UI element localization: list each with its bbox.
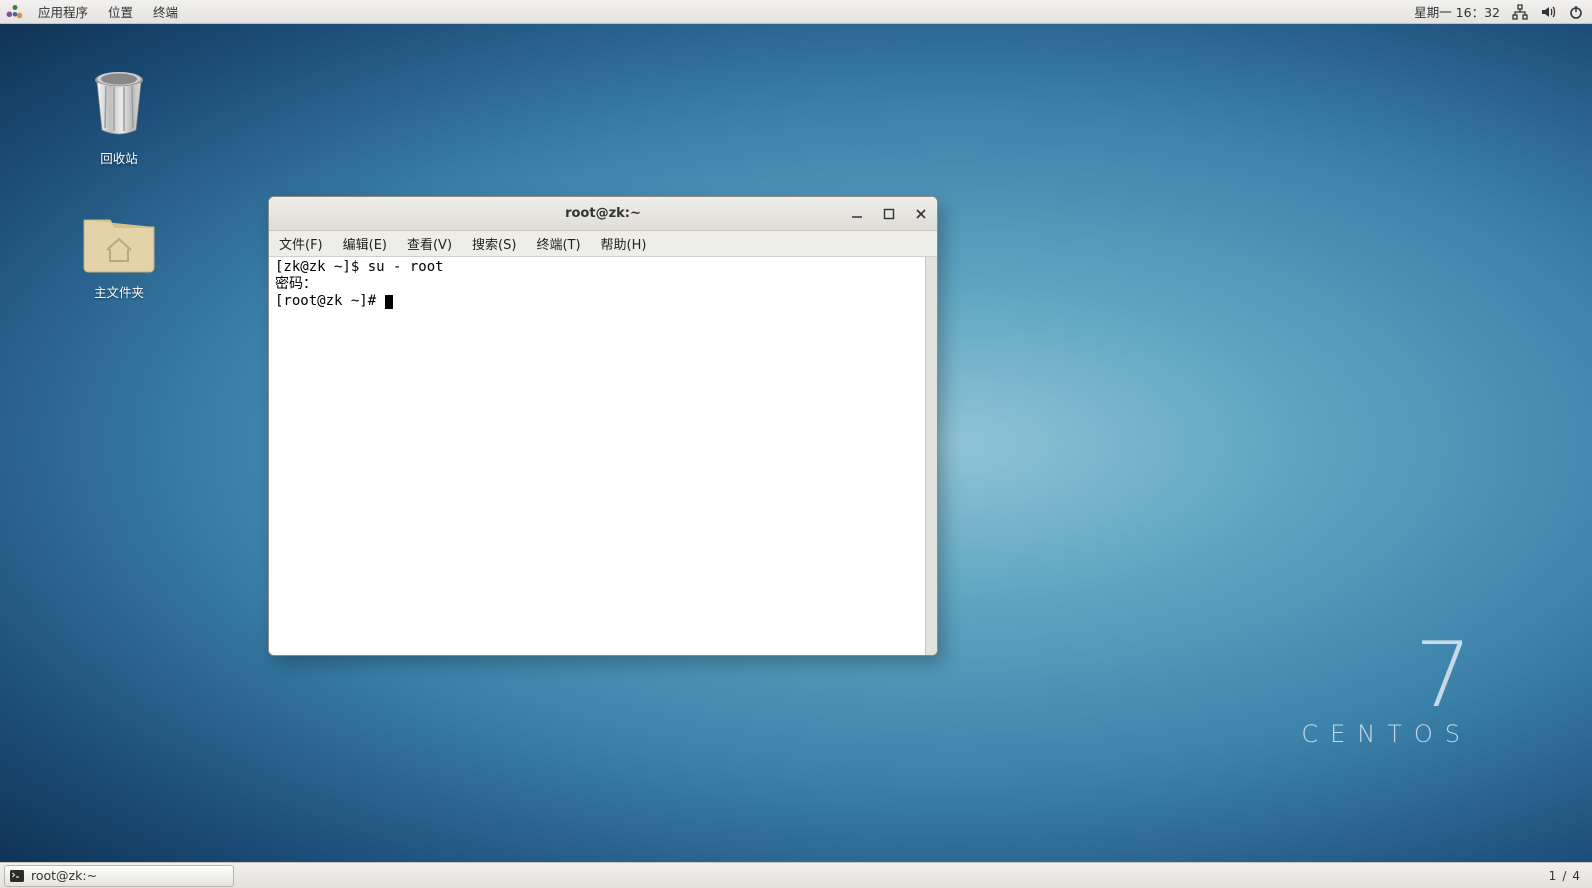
workspace-switcher[interactable]: 1 / 4 [1537,869,1592,883]
panel-right: 星期一 16：32 [1414,2,1592,21]
menu-view[interactable]: 查看(V) [397,231,462,256]
volume-icon[interactable] [1540,4,1556,20]
network-icon[interactable] [1512,4,1528,20]
terminal-icon [9,868,25,884]
trash-icon [88,68,150,142]
minimize-button[interactable] [849,206,865,222]
menu-edit[interactable]: 编辑(E) [333,231,397,256]
menu-file[interactable]: 文件(F) [269,231,333,256]
power-icon[interactable] [1568,4,1584,20]
clock[interactable]: 星期一 16：32 [1414,2,1500,21]
workspace-current: 1 [1549,869,1557,883]
terminal-scrollbar[interactable] [925,257,937,655]
menu-terminal[interactable]: 终端 [143,0,188,23]
workspace-sep: / [1562,869,1566,883]
desktop-home-label: 主文件夹 [94,282,144,301]
centos-version: 7 [1301,635,1472,716]
close-button[interactable] [913,206,929,222]
menu-applications[interactable]: 应用程序 [28,0,98,23]
window-title: root@zk:~ [565,206,641,221]
desktop-trash-label: 回收站 [100,148,138,167]
taskbar-item-terminal[interactable]: root@zk:~ [4,865,234,887]
desktop-home[interactable]: 主文件夹 [80,206,158,301]
terminal-body[interactable]: [zk@zk ~]$ su - root 密码： [root@zk ~]# [269,257,937,655]
menu-places[interactable]: 位置 [98,0,143,23]
terminal-cursor [385,295,393,309]
terminal-menubar: 文件(F) 编辑(E) 查看(V) 搜索(S) 终端(T) 帮助(H) [269,231,937,257]
menu-search[interactable]: 搜索(S) [462,231,526,256]
menu-terminal[interactable]: 终端(T) [526,231,590,256]
window-controls [849,197,929,230]
folder-home-icon [80,206,158,276]
maximize-button[interactable] [881,206,897,222]
centos-word: CENTOS [1301,720,1472,748]
terminal-window: root@zk:~ 文件(F) 编辑(E) 查看(V) 搜索(S) 终端(T) … [268,196,938,656]
window-titlebar[interactable]: root@zk:~ [269,197,937,231]
taskbar-item-label: root@zk:~ [31,868,97,883]
menu-help[interactable]: 帮助(H) [591,231,657,256]
bottom-panel: root@zk:~ 1 / 4 [0,862,1592,888]
top-panel: 应用程序 位置 终端 星期一 16：32 [0,0,1592,24]
terminal-line3-prompt: [root@zk ~]# [275,293,385,309]
centos-branding: 7 CENTOS [1301,635,1472,748]
terminal-line2: 密码： [275,276,317,292]
terminal-line1: [zk@zk ~]$ su - root [275,259,444,275]
desktop-trash[interactable]: 回收站 [88,68,150,167]
gnome-logo-icon [6,3,24,21]
workspace-total: 4 [1572,869,1580,883]
